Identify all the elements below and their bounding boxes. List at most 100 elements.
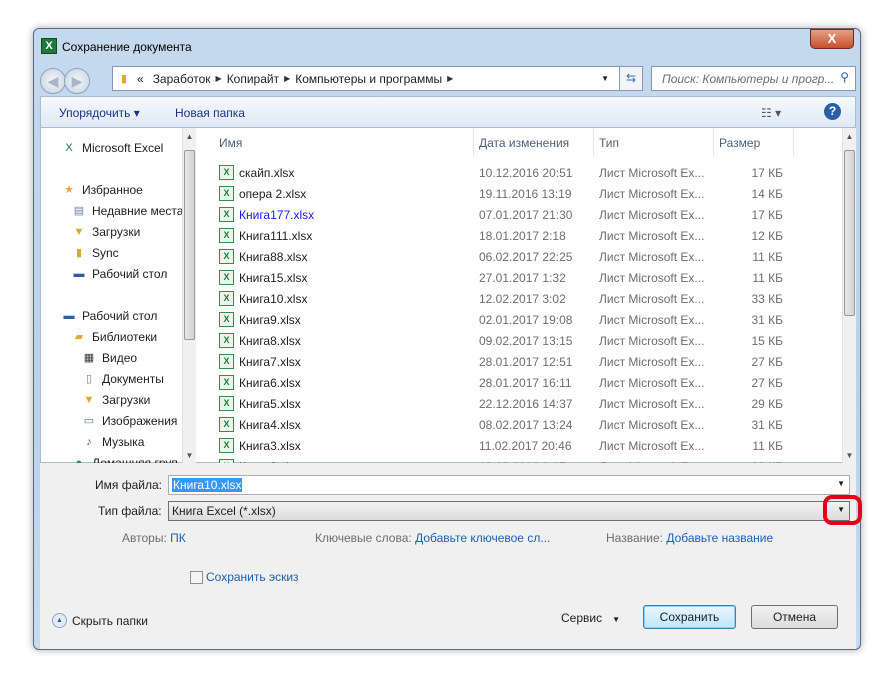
file-type: Лист Microsoft Ex... bbox=[599, 250, 705, 264]
tree-item[interactable]: ▤ Недавние места bbox=[71, 204, 184, 218]
file-date: 22.12.2016 14:37 bbox=[479, 397, 573, 411]
file-name: Книга8.xlsx bbox=[239, 334, 301, 348]
forward-button[interactable]: ▶ bbox=[64, 68, 90, 94]
tree-item[interactable]: ▭ Изображения bbox=[81, 414, 178, 428]
file-name: Книга6.xlsx bbox=[239, 376, 301, 390]
file-row[interactable]: X Книга8.xlsx 09.02.2017 13:15 Лист Microso… bbox=[203, 331, 843, 352]
filename-input[interactable]: Книга10.xlsx ▼ bbox=[168, 475, 850, 495]
tree-item[interactable]: X Microsoft Excel bbox=[61, 141, 163, 155]
file-size: 31 КБ bbox=[751, 418, 783, 432]
tree-item[interactable]: ▬ Рабочий стол bbox=[61, 309, 158, 323]
file-name: Книга10.xlsx bbox=[239, 292, 308, 306]
cancel-button[interactable]: Отмена bbox=[751, 605, 838, 629]
chevron-down-icon[interactable]: ▼ bbox=[837, 479, 845, 488]
breadcrumb-separator-icon[interactable]: ▶ bbox=[447, 74, 453, 83]
tree-item[interactable]: ▦ Видео bbox=[81, 351, 137, 365]
keywords-value[interactable]: Добавьте ключевое сл... bbox=[415, 531, 550, 545]
breadcrumb-item[interactable]: Компьютеры и программы bbox=[295, 72, 442, 86]
column-name[interactable]: Имя bbox=[219, 136, 242, 150]
file-row[interactable]: Xопера 2.xlsx 19.11.2016 13:19 Лист Micros… bbox=[203, 184, 843, 205]
tree-item[interactable]: ▬ Рабочий стол bbox=[71, 267, 168, 281]
new-folder-button[interactable]: Новая папка bbox=[175, 106, 245, 120]
file-size: 11 КБ bbox=[752, 271, 783, 285]
file-date: 28.01.2017 12:51 bbox=[479, 355, 573, 369]
address-bar[interactable]: ▮ « Заработок ▶ Копирайт ▶ Компьютеры и прог… bbox=[112, 66, 642, 91]
file-row[interactable]: X Книга4.xlsx 08.02.2017 13:24 Лист Microso… bbox=[203, 415, 843, 436]
file-size: 27 КБ bbox=[751, 355, 783, 369]
title-value[interactable]: Добавьте название bbox=[666, 531, 773, 545]
save-button[interactable]: Сохранить bbox=[643, 605, 736, 629]
scrollbar-thumb[interactable] bbox=[844, 150, 855, 316]
file-row[interactable]: X Книга15.xlsx 27.01.2017 1:32 Лист Microso… bbox=[203, 268, 843, 289]
downloads-icon: ▼ bbox=[83, 394, 95, 406]
list-scrollbar[interactable]: ▲ ▼ bbox=[842, 128, 856, 464]
scroll-down-icon[interactable]: ▼ bbox=[183, 451, 196, 460]
excel-file-icon: X bbox=[219, 291, 234, 306]
file-row[interactable]: X Книга10.xlsx 12.02.2017 3:02 Лист Microso… bbox=[203, 289, 843, 310]
tree-item[interactable]: ▼ Загрузки bbox=[71, 225, 141, 239]
scroll-up-icon[interactable]: ▲ bbox=[183, 132, 196, 141]
view-options-icon[interactable]: ☷ ▾ bbox=[761, 106, 781, 120]
tree-item[interactable]: ▯ Документы bbox=[81, 372, 164, 386]
breadcrumb-separator-icon[interactable]: ▶ bbox=[216, 74, 222, 83]
help-icon[interactable]: ? bbox=[824, 103, 841, 120]
tree-item-label: Sync bbox=[92, 246, 119, 260]
column-size[interactable]: Размер bbox=[719, 136, 760, 150]
desktop-icon: ▬ bbox=[63, 310, 75, 322]
tree-item-label: Загрузки bbox=[102, 393, 151, 407]
excel-file-icon: X bbox=[219, 270, 234, 285]
breadcrumb-item[interactable]: Заработок bbox=[153, 72, 211, 86]
tree-item[interactable]: ★ Избранное bbox=[61, 183, 143, 197]
excel-file-icon: X bbox=[219, 438, 234, 453]
breadcrumb-separator-icon[interactable]: ▶ bbox=[284, 74, 290, 83]
file-date: 27.01.2017 1:32 bbox=[479, 271, 566, 285]
file-row[interactable]: Xскайп.xlsx 10.12.2016 20:51 Лист Microsof… bbox=[203, 163, 843, 184]
file-row[interactable]: X Книга177.xlsx 07.01.2017 21:30 Лист Micro… bbox=[203, 205, 843, 226]
file-name: опера 2.xlsx bbox=[239, 187, 307, 201]
search-input[interactable]: Поиск: Компьютеры и прогр... ⚲ bbox=[651, 66, 856, 91]
column-type[interactable]: Тип bbox=[599, 136, 619, 150]
save-thumbnail-checkbox[interactable]: Сохранить эскиз bbox=[190, 570, 299, 584]
scroll-up-icon[interactable]: ▲ bbox=[843, 132, 856, 141]
back-button[interactable]: ◀ bbox=[40, 68, 66, 94]
search-icon: ⚲ bbox=[840, 70, 849, 84]
file-row[interactable]: X Книга88.xlsx 06.02.2017 22:25 Лист Micros… bbox=[203, 247, 843, 268]
file-date: 06.02.2017 22:25 bbox=[479, 250, 573, 264]
file-row[interactable]: X Книга7.xlsx 28.01.2017 12:51 Лист Microso… bbox=[203, 352, 843, 373]
chevron-down-icon[interactable]: ▼ bbox=[601, 74, 609, 83]
filetype-select[interactable]: Книга Excel (*.xlsx) ▼ bbox=[168, 501, 850, 521]
tree-item-label: Недавние места bbox=[92, 204, 184, 218]
checkbox-icon[interactable] bbox=[190, 570, 203, 584]
file-row[interactable]: X Книга6.xlsx 28.01.2017 16:11 Лист Microso… bbox=[203, 373, 843, 394]
refresh-icon[interactable]: ⇆ bbox=[619, 66, 643, 91]
file-date: 11.02.2017 20:46 bbox=[479, 439, 572, 453]
authors-value[interactable]: ПК bbox=[170, 531, 186, 545]
close-button[interactable]: X bbox=[810, 29, 854, 49]
organize-button[interactable]: Упорядочить ▾ bbox=[59, 106, 140, 120]
scroll-down-icon[interactable]: ▼ bbox=[843, 451, 856, 460]
breadcrumb-item[interactable]: Копирайт bbox=[227, 72, 279, 86]
documents-icon: ▯ bbox=[85, 373, 93, 385]
tree-item[interactable]: ▰ Библиотеки bbox=[71, 330, 157, 344]
file-row[interactable]: X Книга9.xlsx 02.01.2017 19:08 Лист Microso… bbox=[203, 310, 843, 331]
file-name: Книга111.xlsx bbox=[239, 229, 313, 243]
excel-icon: X bbox=[41, 38, 57, 54]
tools-button[interactable]: Сервис ▼ bbox=[561, 611, 620, 625]
file-size: 15 КБ bbox=[751, 334, 783, 348]
tree-scrollbar[interactable]: ▲ ▼ bbox=[182, 128, 196, 464]
file-name: Книга7.xlsx bbox=[239, 355, 301, 369]
tree-item[interactable]: ▼ Загрузки bbox=[81, 393, 151, 407]
file-row[interactable]: X Книга111.xlsx 18.01.2017 2:18 Лист Micros… bbox=[203, 226, 843, 247]
excel-file-icon: X bbox=[219, 249, 234, 264]
save-dialog: X Сохранение документа X ◀ ▶ ▮ « Заработ… bbox=[33, 28, 862, 650]
column-date[interactable]: Дата изменения bbox=[479, 136, 569, 150]
scrollbar-thumb[interactable] bbox=[184, 150, 195, 340]
hide-folders-button[interactable]: ▲ Скрыть папки bbox=[52, 613, 148, 628]
folder-icon: ▮ bbox=[120, 72, 128, 85]
file-row[interactable]: X Книга3.xlsx 11.02.2017 20:46 Лист Microso… bbox=[203, 436, 843, 457]
column-headers: Имя Дата изменения Тип Размер bbox=[203, 128, 843, 156]
tree-item[interactable]: ▮ Sync bbox=[71, 246, 119, 260]
breadcrumb-overflow[interactable]: « bbox=[137, 72, 144, 86]
file-row[interactable]: X Книга5.xlsx 22.12.2016 14:37 Лист Microso… bbox=[203, 394, 843, 415]
tree-item[interactable]: ♪ Музыка bbox=[81, 435, 144, 449]
